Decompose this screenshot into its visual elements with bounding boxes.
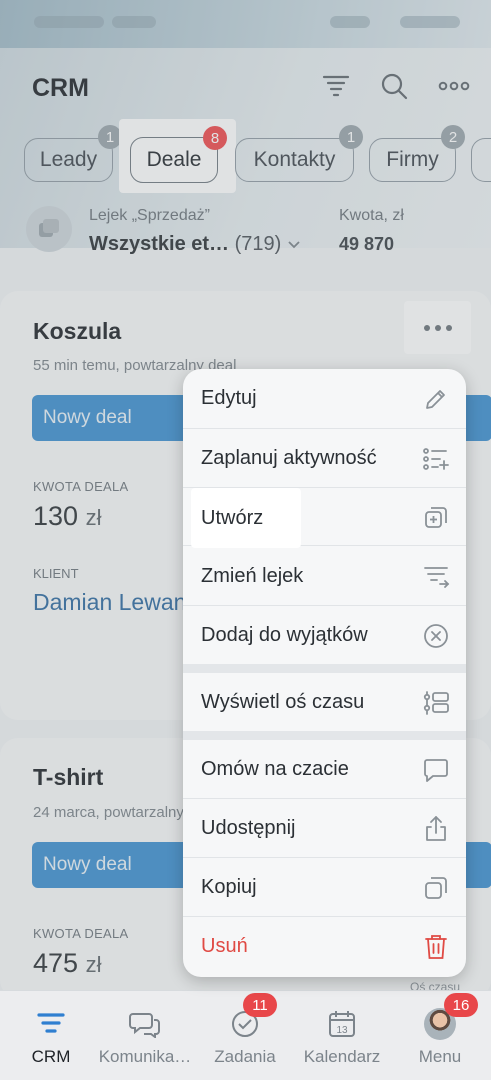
menu-item-plan-activity[interactable]: Zaplanuj aktywność (183, 429, 466, 488)
nav-item-crm[interactable]: CRM (2, 991, 100, 1080)
plan-activity-icon (422, 445, 450, 473)
bottom-navigation: CRM Komunika… 11 Zadania 13 Kalendarz 16… (0, 990, 491, 1080)
nav-label: Menu (418, 1047, 462, 1066)
nav-item-messenger[interactable]: Komunika… (96, 991, 194, 1080)
nav-label: CRM (31, 1047, 71, 1066)
calendar-icon: 13 (326, 1009, 358, 1039)
create-label: Utwórz (201, 506, 264, 529)
change-funnel-icon (422, 563, 450, 591)
menu-item-copy[interactable]: Kopiuj (183, 858, 466, 917)
menu-item-delete[interactable]: Usuń (183, 917, 466, 976)
chat-bubble-icon (422, 756, 450, 784)
menu-section-separator (183, 731, 466, 740)
timeline-icon (422, 689, 450, 717)
menu-item-edit[interactable]: Edytuj (183, 369, 466, 428)
nav-item-menu[interactable]: 16 Menu (391, 991, 489, 1080)
nav-item-tasks[interactable]: 11 Zadania (196, 991, 294, 1080)
deal-context-menu: Edytuj Zaplanuj aktywność Utwórz Zmień l… (183, 369, 466, 977)
menu-item-add-exception[interactable]: Dodaj do wyjątków (183, 606, 466, 665)
menu-section-separator (183, 664, 466, 673)
avatar-icon: 16 (424, 993, 478, 1040)
menu-item-label: Zmień lejek (201, 565, 304, 587)
nav-label: Zadania (214, 1047, 276, 1066)
crm-icon (35, 1009, 67, 1039)
share-icon (422, 815, 450, 843)
menu-item-chat[interactable]: Omów na czacie (183, 740, 466, 799)
messenger-icon (129, 1009, 161, 1039)
menu-item-label: Omów na czacie (201, 758, 349, 780)
nav-label: Komunika… (98, 1047, 192, 1066)
exclude-icon (422, 622, 450, 650)
menu-item-create-highlight[interactable]: Utwórz (191, 488, 301, 548)
menu-item-timeline[interactable]: Wyświetl oś czasu (183, 673, 466, 732)
menu-item-share[interactable]: Udostępnij (183, 799, 466, 858)
nav-label: Kalendarz (303, 1047, 381, 1066)
copy-icon (422, 874, 450, 902)
menu-item-label: Usuń (201, 935, 248, 957)
tasks-icon: 11 (229, 993, 277, 1039)
calendar-day: 13 (336, 1025, 348, 1036)
pencil-icon (422, 385, 450, 413)
tasks-badge: 11 (243, 993, 277, 1017)
menu-item-label: Dodaj do wyjątków (201, 624, 368, 646)
nav-item-calendar[interactable]: 13 Kalendarz (293, 991, 391, 1080)
menu-item-label: Wyświetl oś czasu (201, 691, 365, 713)
create-copy-icon (422, 504, 450, 532)
menu-badge: 16 (444, 993, 478, 1017)
trash-icon (422, 933, 450, 961)
menu-item-label: Edytuj (201, 387, 257, 409)
menu-item-change-funnel[interactable]: Zmień lejek (183, 547, 466, 606)
menu-item-label: Zaplanuj aktywność (201, 447, 377, 469)
menu-item-label: Kopiuj (201, 876, 257, 898)
menu-item-label: Udostępnij (201, 817, 296, 839)
